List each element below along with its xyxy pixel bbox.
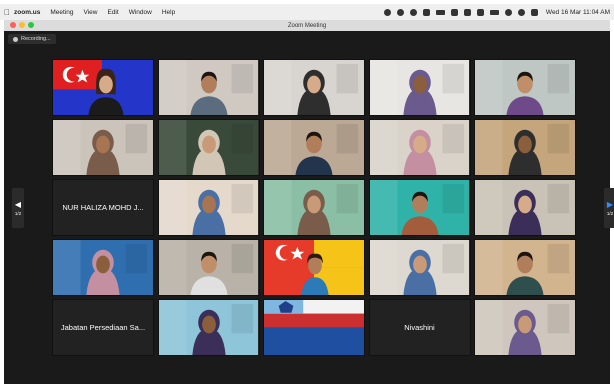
cloud-icon[interactable]: [435, 9, 445, 15]
macos-menu-bar:  zoom.us Meeting View Edit Window Help …: [0, 4, 614, 20]
participant-tile[interactable]: [157, 119, 260, 176]
participant-video: [475, 180, 575, 235]
participant-tile[interactable]: [263, 179, 365, 236]
participant-video: [53, 120, 153, 175]
participant-video: [158, 180, 259, 235]
flag-sabah-image: [264, 300, 364, 355]
menu-meeting[interactable]: Meeting: [50, 9, 73, 16]
participant-tile[interactable]: [368, 239, 471, 296]
app-icon[interactable]: [422, 8, 430, 16]
participant-video: [475, 300, 575, 355]
close-window-button[interactable]: [10, 22, 16, 28]
participant-video: [369, 180, 470, 235]
participant-video: [158, 60, 259, 115]
chevron-right-icon: ▶: [606, 199, 614, 209]
participant-video: [264, 120, 364, 175]
participant-tile[interactable]: [474, 299, 576, 356]
menu-window[interactable]: Window: [129, 9, 152, 16]
participant-tile[interactable]: Jabatan Persediaan Sa...: [52, 299, 154, 356]
recording-indicator[interactable]: Recording...: [8, 34, 56, 44]
participant-tile[interactable]: [263, 119, 365, 176]
record-icon[interactable]: [383, 8, 391, 16]
participant-name: Jabatan Persediaan Sa...: [60, 323, 146, 332]
participant-tile[interactable]: [474, 239, 576, 296]
participant-video: [475, 60, 575, 115]
menu-help[interactable]: Help: [162, 9, 175, 16]
status-tray: Wed 16 Mar 11:04 AM: [383, 8, 614, 16]
control-center-icon[interactable]: [530, 8, 538, 16]
participant-tile[interactable]: [52, 119, 154, 176]
participant-tile[interactable]: [52, 239, 154, 296]
participant-tile[interactable]: Nivashini: [368, 299, 471, 356]
participant-tile[interactable]: [263, 59, 365, 116]
flag-terengganu-background: [53, 60, 153, 115]
traffic-lights: [10, 22, 37, 28]
participant-video: [158, 300, 259, 355]
participant-tile[interactable]: [52, 59, 154, 116]
participant-tile[interactable]: [368, 59, 471, 116]
wifi-icon[interactable]: [504, 8, 512, 16]
bluetooth-icon[interactable]: [476, 8, 484, 16]
participant-tile[interactable]: [263, 239, 365, 296]
participant-tile[interactable]: [263, 299, 365, 356]
maximize-window-button[interactable]: [28, 22, 34, 28]
menu-app-name[interactable]: zoom.us: [14, 9, 40, 16]
minimize-window-button[interactable]: [19, 22, 25, 28]
camera-icon[interactable]: [396, 8, 404, 16]
window-title-bar: Zoom Meeting: [4, 20, 610, 31]
participant-video: [475, 240, 575, 295]
flag-selangor-background: [264, 240, 364, 295]
menu-clock[interactable]: Wed 16 Mar 11:04 AM: [546, 9, 610, 16]
participant-video: [369, 240, 470, 295]
previous-page-button[interactable]: ◀ 1/2: [12, 188, 24, 228]
meeting-gallery: Recording... ◀ 1/2 ▶ 1/2 NUR HALIZA MOHD…: [4, 31, 614, 384]
participant-tile[interactable]: [474, 59, 576, 116]
page-indicator-right: 1/2: [606, 210, 614, 216]
participant-video: [158, 240, 259, 295]
recording-icon: [13, 36, 18, 42]
dropbox-icon[interactable]: [463, 8, 471, 16]
participant-tile[interactable]: [474, 179, 576, 236]
participant-tile[interactable]: [368, 179, 471, 236]
participant-tile[interactable]: [157, 299, 260, 356]
page-indicator-left: 1/2: [14, 210, 22, 216]
participant-video: [158, 120, 259, 175]
next-page-button[interactable]: ▶ 1/2: [604, 188, 614, 228]
participant-video: [264, 180, 364, 235]
participant-video: [53, 240, 153, 295]
battery-icon[interactable]: [489, 9, 499, 15]
chevron-left-icon: ◀: [14, 199, 22, 209]
participant-tile[interactable]: [474, 119, 576, 176]
window-title: Zoom Meeting: [287, 22, 327, 29]
apple-icon[interactable]: : [0, 8, 14, 17]
participant-tile[interactable]: [368, 119, 471, 176]
participant-grid: NUR HALIZA MOHD J... Jabatan Persediaan S…: [52, 59, 576, 360]
participant-tile[interactable]: NUR HALIZA MOHD J...: [52, 179, 154, 236]
participant-tile[interactable]: [157, 59, 260, 116]
participant-video: [475, 120, 575, 175]
participant-name: NUR HALIZA MOHD J...: [62, 203, 144, 212]
recording-label: Recording...: [21, 36, 51, 42]
participant-video: [369, 120, 470, 175]
search-icon[interactable]: [517, 8, 525, 16]
menu-edit[interactable]: Edit: [107, 9, 118, 16]
target-icon[interactable]: [409, 8, 417, 16]
menu-view[interactable]: View: [84, 9, 98, 16]
participant-video: [264, 60, 364, 115]
participant-tile[interactable]: [157, 239, 260, 296]
display-icon[interactable]: [450, 8, 458, 16]
participant-video: [369, 60, 470, 115]
participant-tile[interactable]: [157, 179, 260, 236]
participant-name: Nivashini: [404, 323, 435, 332]
